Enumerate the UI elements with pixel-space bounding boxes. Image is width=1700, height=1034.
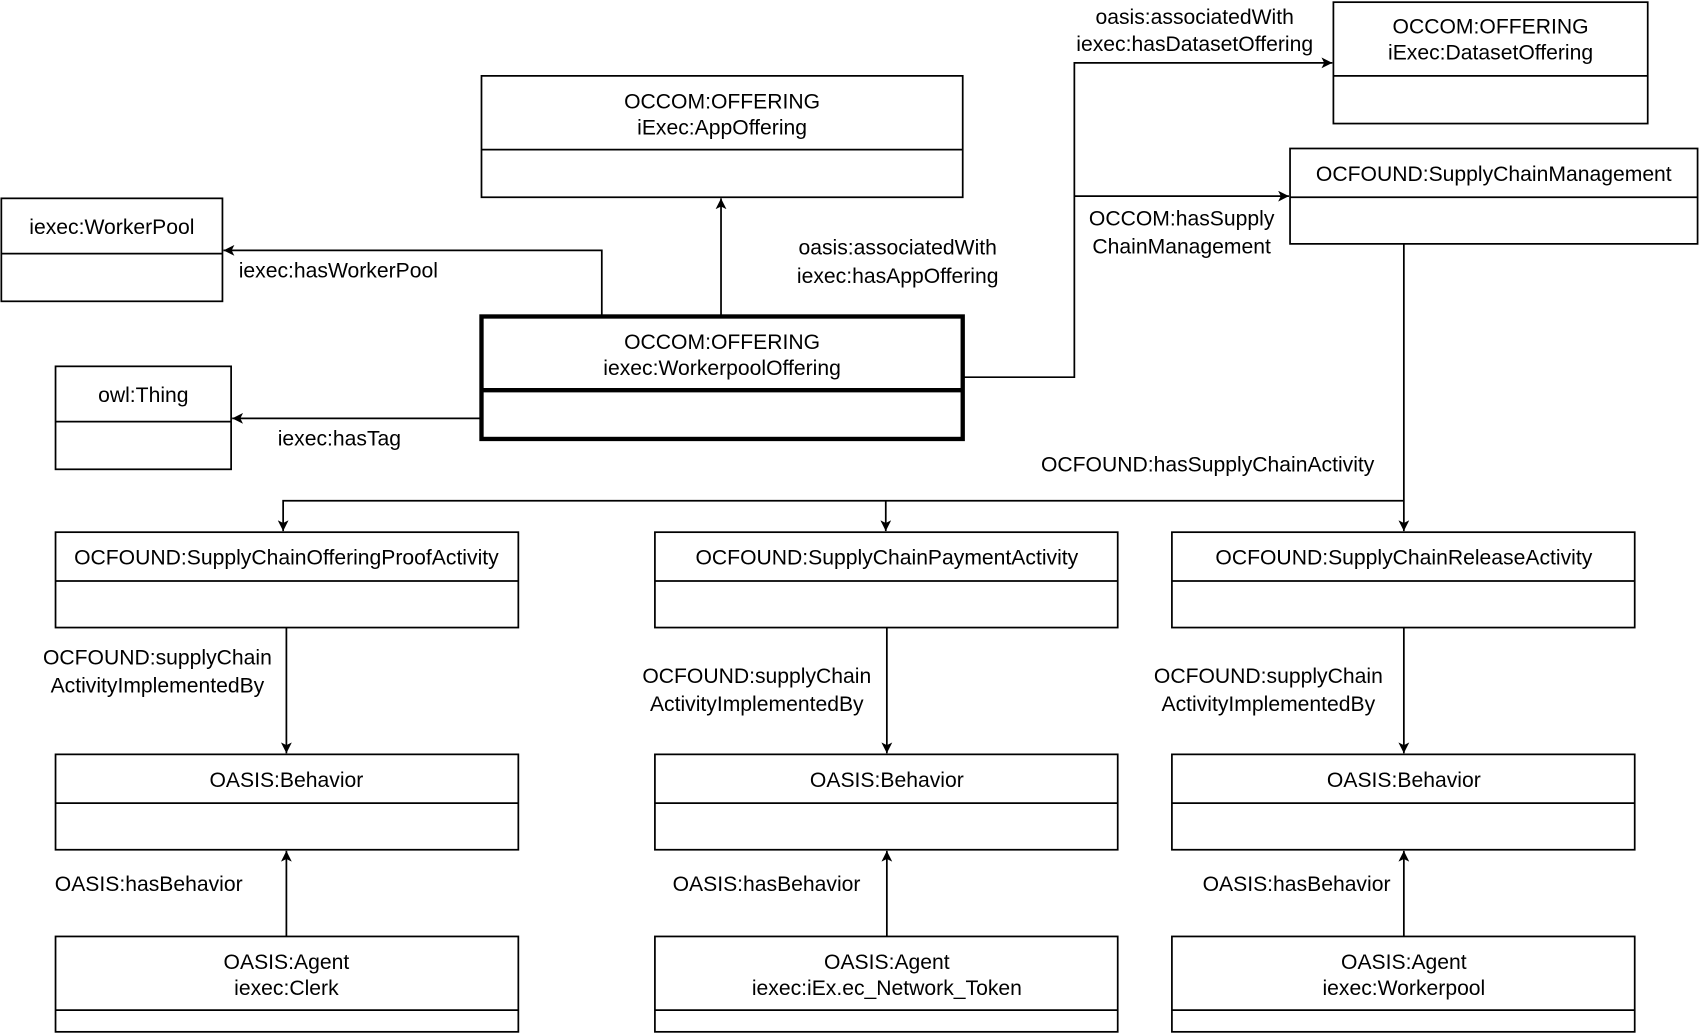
- class-subtitle: iexec:WorkerpoolOffering: [603, 357, 841, 380]
- label-has-worker-pool: iexec:hasWorkerPool: [239, 259, 438, 282]
- label-has-behavior-1: OASIS:hasBehavior: [55, 873, 243, 896]
- class-title: OASIS:Behavior: [810, 769, 964, 792]
- label-implemented-1a: OCFOUND:supplyChain: [43, 646, 272, 669]
- label-has-tag: iexec:hasTag: [278, 427, 401, 450]
- class-title: OASIS:Agent: [824, 951, 950, 974]
- label-app-offering-2: iexec:hasAppOffering: [797, 265, 999, 288]
- class-agent-network-token: OASIS:Agent iexec:iEx.ec_Network_Token: [654, 935, 1119, 1033]
- class-title: OASIS:Agent: [1341, 951, 1467, 974]
- class-owl-thing: owl:Thing: [54, 365, 232, 471]
- label-implemented-3b: ActivityImplementedBy: [1162, 693, 1376, 716]
- class-worker-pool: iexec:WorkerPool: [0, 197, 224, 303]
- class-agent-clerk: OASIS:Agent iexec:Clerk: [54, 935, 520, 1033]
- label-implemented-2b: ActivityImplementedBy: [650, 693, 864, 716]
- class-subtitle: iExec:AppOffering: [637, 116, 807, 139]
- class-subtitle: iexec:Clerk: [234, 977, 339, 1000]
- class-title: OASIS:Behavior: [1327, 769, 1481, 792]
- class-title: OCFOUND:SupplyChainOfferingProofActivity: [74, 547, 499, 570]
- edge-activity-branch: [277, 499, 1404, 532]
- class-behavior-1: OASIS:Behavior: [54, 753, 520, 851]
- label-supply-chain-mgmt-1: OCCOM:hasSupply: [1089, 207, 1275, 230]
- label-implemented-3a: OCFOUND:supplyChain: [1154, 665, 1383, 688]
- class-title: OCCOM:OFFERING: [624, 331, 820, 354]
- label-dataset-offering-2: iexec:hasDatasetOffering: [1076, 33, 1313, 56]
- class-title: OASIS:Behavior: [209, 769, 363, 792]
- class-behavior-2: OASIS:Behavior: [654, 753, 1119, 851]
- label-has-activity: OCFOUND:hasSupplyChainActivity: [1041, 453, 1375, 476]
- class-title: OCFOUND:SupplyChainManagement: [1316, 163, 1672, 186]
- class-activity-release: OCFOUND:SupplyChainReleaseActivity: [1171, 531, 1636, 629]
- label-supply-chain-mgmt-2: ChainManagement: [1092, 236, 1271, 259]
- class-title: iexec:WorkerPool: [29, 216, 194, 239]
- label-implemented-1b: ActivityImplementedBy: [51, 675, 265, 698]
- ontology-diagram: iexec:hasWorkerPool iexec:hasTag oasis:a…: [0, 1, 1699, 1033]
- class-workerpool-offering: OCCOM:OFFERING iexec:WorkerpoolOffering: [479, 314, 965, 442]
- class-title: OCFOUND:SupplyChainPaymentActivity: [695, 547, 1078, 570]
- label-has-behavior-2: OASIS:hasBehavior: [673, 873, 861, 896]
- label-has-behavior-3: OASIS:hasBehavior: [1203, 873, 1391, 896]
- label-dataset-offering-1: oasis:associatedWith: [1095, 6, 1293, 29]
- class-app-offering: OCCOM:OFFERING iExec:AppOffering: [480, 75, 964, 199]
- class-title: OCCOM:OFFERING: [624, 90, 820, 113]
- label-app-offering-1: oasis:associatedWith: [798, 237, 996, 260]
- class-subtitle: iexec:Workerpool: [1322, 977, 1485, 1000]
- class-behavior-3: OASIS:Behavior: [1171, 753, 1636, 851]
- class-dataset-offering: OCCOM:OFFERING iExec:DatasetOffering: [1332, 1, 1649, 125]
- label-implemented-2a: OCFOUND:supplyChain: [642, 665, 871, 688]
- class-title: OASIS:Agent: [224, 951, 350, 974]
- class-subtitle: iexec:iEx.ec_Network_Token: [752, 977, 1022, 1000]
- class-subtitle: iExec:DatasetOffering: [1388, 42, 1593, 65]
- class-supply-chain-management: OCFOUND:SupplyChainManagement: [1289, 147, 1699, 245]
- class-activity-offering-proof: OCFOUND:SupplyChainOfferingProofActivity: [54, 531, 520, 629]
- class-agent-workerpool: OASIS:Agent iexec:Workerpool: [1171, 935, 1636, 1033]
- class-title: OCFOUND:SupplyChainReleaseActivity: [1215, 547, 1592, 570]
- class-activity-payment: OCFOUND:SupplyChainPaymentActivity: [654, 531, 1119, 629]
- class-title: owl:Thing: [98, 384, 188, 407]
- class-title: OCCOM:OFFERING: [1393, 16, 1589, 39]
